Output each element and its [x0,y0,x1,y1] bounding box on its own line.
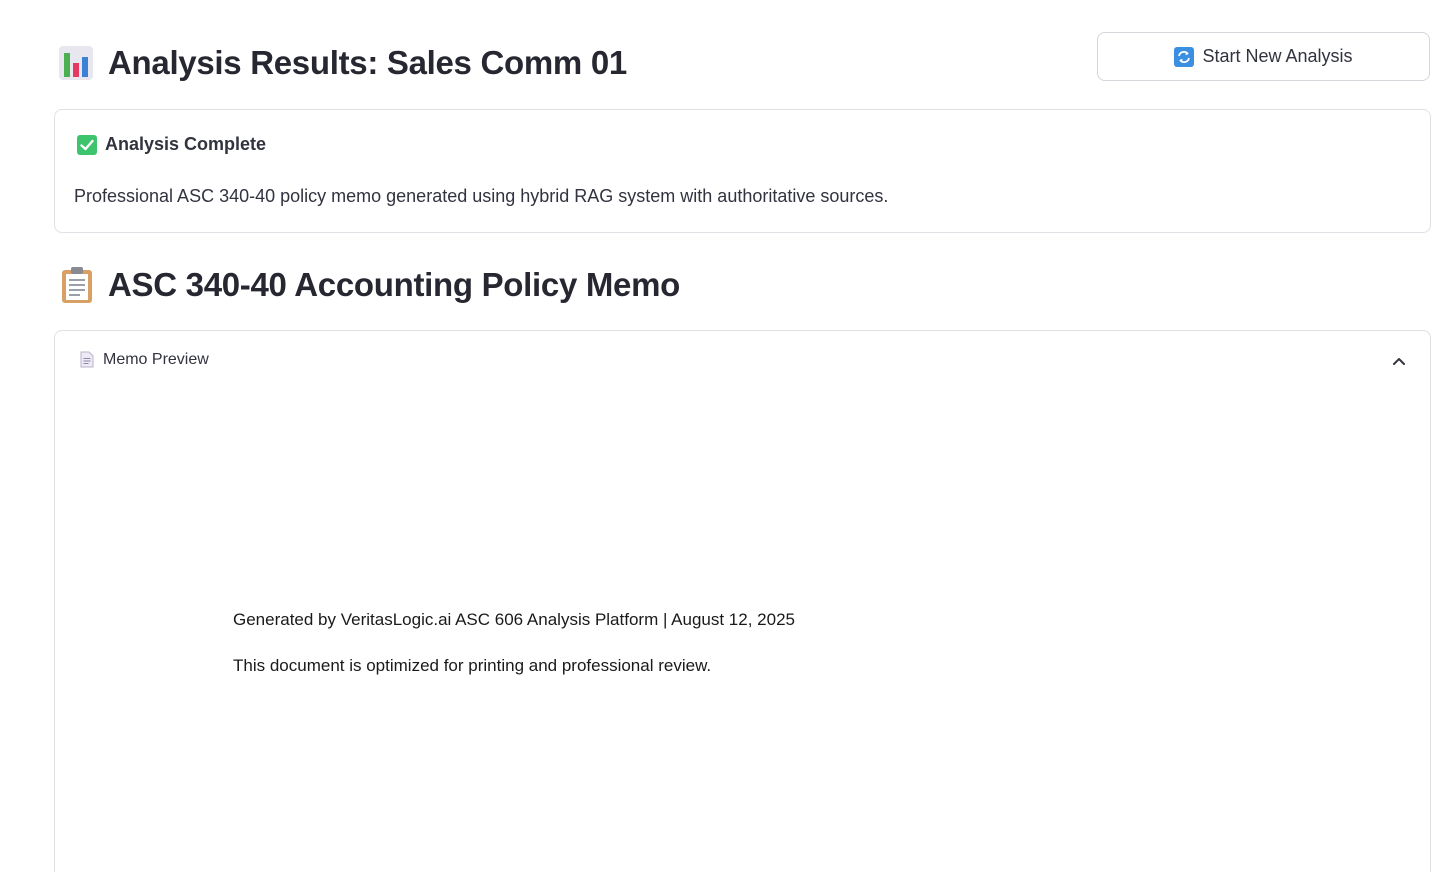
bar-chart-icon [58,45,94,81]
status-heading: Analysis Complete [77,134,266,155]
results-header: Analysis Results: Sales Comm 01 [58,44,627,82]
status-description: Professional ASC 340-40 policy memo gene… [74,186,889,206]
start-new-analysis-label: Start New Analysis [1202,46,1353,66]
check-mark-icon [77,134,97,155]
analysis-status-card: Analysis Complete Professional ASC 340-4… [54,109,1431,233]
memo-preview-expander: Memo Preview Generated by VeritasLogic.a… [54,330,1431,872]
status-title: Analysis Complete [105,134,267,154]
memo-generated-by: Generated by VeritasLogic.ai ASC 606 Ana… [233,610,795,629]
refresh-icon [1174,46,1195,67]
start-new-analysis-button[interactable]: Start New Analysis [1097,32,1430,81]
memo-section-title: ASC 340-40 Accounting Policy Memo [108,266,681,303]
analysis-results-page: Analysis Results: Sales Comm 01 Start Ne… [0,0,1455,872]
memo-preview-toggle[interactable]: Memo Preview [55,331,1430,389]
memo-header: ASC 340-40 Accounting Policy Memo [60,266,680,304]
memo-print-note: This document is optimized for printing … [233,656,712,675]
document-icon [80,351,94,368]
chevron-up-icon [1392,353,1406,365]
page-title: Analysis Results: Sales Comm 01 [108,44,627,81]
memo-preview-label: Memo Preview [103,351,209,368]
clipboard-icon [60,266,94,304]
